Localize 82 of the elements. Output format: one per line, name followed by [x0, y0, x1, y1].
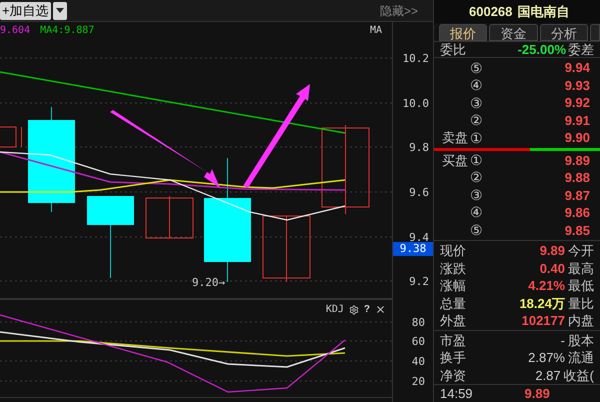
kdj-axis-label: 60	[412, 334, 425, 350]
order-price: 9.93	[564, 76, 590, 95]
order-side-label: 卖盘	[442, 129, 469, 148]
stat-label: 今开	[568, 242, 594, 260]
bid-ask-ratio-value: -25.00%	[518, 41, 566, 60]
kdj-axis-label: 20	[412, 374, 425, 390]
panel-tab[interactable]: 分析	[540, 24, 588, 42]
trade-time: 14:59	[440, 384, 473, 402]
price-axis-label: 9.6	[409, 185, 429, 201]
stat-label: 净资	[440, 366, 466, 384]
current-price-tag: 9.38	[393, 242, 433, 256]
stat-label: 市盈	[440, 332, 466, 350]
order-level-number: ①	[470, 150, 484, 170]
order-level-number: ④	[470, 76, 484, 96]
stat-label: 涨跌	[440, 260, 466, 278]
stat-value: 18.24万	[519, 294, 565, 312]
kdj-axis-label: 80	[412, 315, 425, 331]
order-level-number: ③	[470, 186, 484, 205]
settings-icon[interactable]	[348, 304, 359, 314]
order-level-number: ⑤	[470, 58, 484, 78]
panel-tab[interactable]: 资金	[489, 24, 538, 42]
stock-name: 国电南自	[517, 2, 570, 21]
stat-label: 股本	[568, 332, 594, 350]
price-axis-label: 10.0	[402, 96, 429, 112]
bid-ask-diff-label: 委差	[568, 41, 594, 60]
help-button[interactable]: ?	[364, 302, 370, 317]
stat-value: 9.89	[540, 242, 565, 260]
rising-candle	[262, 216, 310, 282]
stock-code: 600268	[469, 2, 512, 21]
stat-label: 收益(	[564, 366, 594, 385]
close-icon[interactable]	[375, 304, 386, 315]
kdj-axis-label: 40	[412, 354, 425, 370]
stat-label: 流通	[568, 349, 594, 367]
stat-label: 总量	[440, 294, 466, 312]
ma-legend-value: MA4:9.887	[40, 24, 94, 38]
order-side-label: 买盘	[442, 152, 469, 170]
stat-label: 最低	[568, 277, 594, 295]
stat-label: 最高	[568, 260, 594, 278]
stat-label: 内盘	[568, 312, 594, 330]
stat-value: 2.87	[535, 366, 561, 384]
order-price: 9.87	[564, 186, 590, 204]
price-axis-label: 10.2	[402, 51, 429, 67]
add-watchlist-button[interactable]: +加自选	[0, 2, 51, 20]
order-price: 9.91	[564, 112, 590, 130]
order-level-number: ①	[470, 128, 484, 148]
stat-label: 外盘	[440, 312, 466, 330]
indicator-label: MA	[370, 24, 382, 38]
bid-ask-ratio-label: 委比	[440, 41, 466, 60]
low-price-marker: 9.20→	[192, 275, 226, 291]
rising-candle	[146, 196, 194, 238]
panel-tab[interactable]: 报价	[439, 24, 488, 42]
order-price: 9.89	[564, 152, 590, 170]
order-price: 9.92	[564, 94, 590, 112]
stat-value: 4.21%	[528, 277, 565, 295]
indicator-label: KDJ	[326, 303, 344, 317]
caret-icon	[56, 8, 64, 13]
order-price: 9.86	[564, 204, 590, 222]
order-price: 9.90	[564, 129, 590, 148]
stat-label: 量比	[568, 294, 594, 312]
stat-value: 102177	[522, 312, 565, 330]
dropdown-button[interactable]	[52, 2, 67, 20]
ma-legend-value: 9.604	[0, 24, 30, 38]
order-level-number: ②	[470, 111, 484, 130]
order-price: 9.88	[564, 169, 590, 187]
order-price: 9.85	[564, 222, 590, 240]
stat-label: 涨幅	[440, 277, 466, 295]
stat-label: 现价	[440, 242, 466, 260]
order-price: 9.94	[564, 59, 590, 78]
order-level-number: ④	[470, 203, 484, 222]
price-axis-label: 9.2	[409, 274, 429, 290]
trade-price: 9.89	[524, 384, 550, 402]
order-level-number: ⑤	[470, 220, 484, 240]
stat-value: -	[560, 332, 565, 350]
order-level-number: ③	[470, 94, 484, 113]
stat-label: 换手	[440, 349, 466, 367]
hide-link[interactable]: 隐藏>>	[380, 2, 418, 20]
stat-value: 2.87%	[528, 349, 565, 367]
price-axis-label: 9.4	[409, 230, 429, 244]
stat-value: 0.40	[540, 260, 565, 278]
price-axis-label: 9.8	[409, 140, 429, 156]
rising-candle	[0, 126, 22, 148]
order-level-number: ②	[470, 168, 484, 188]
